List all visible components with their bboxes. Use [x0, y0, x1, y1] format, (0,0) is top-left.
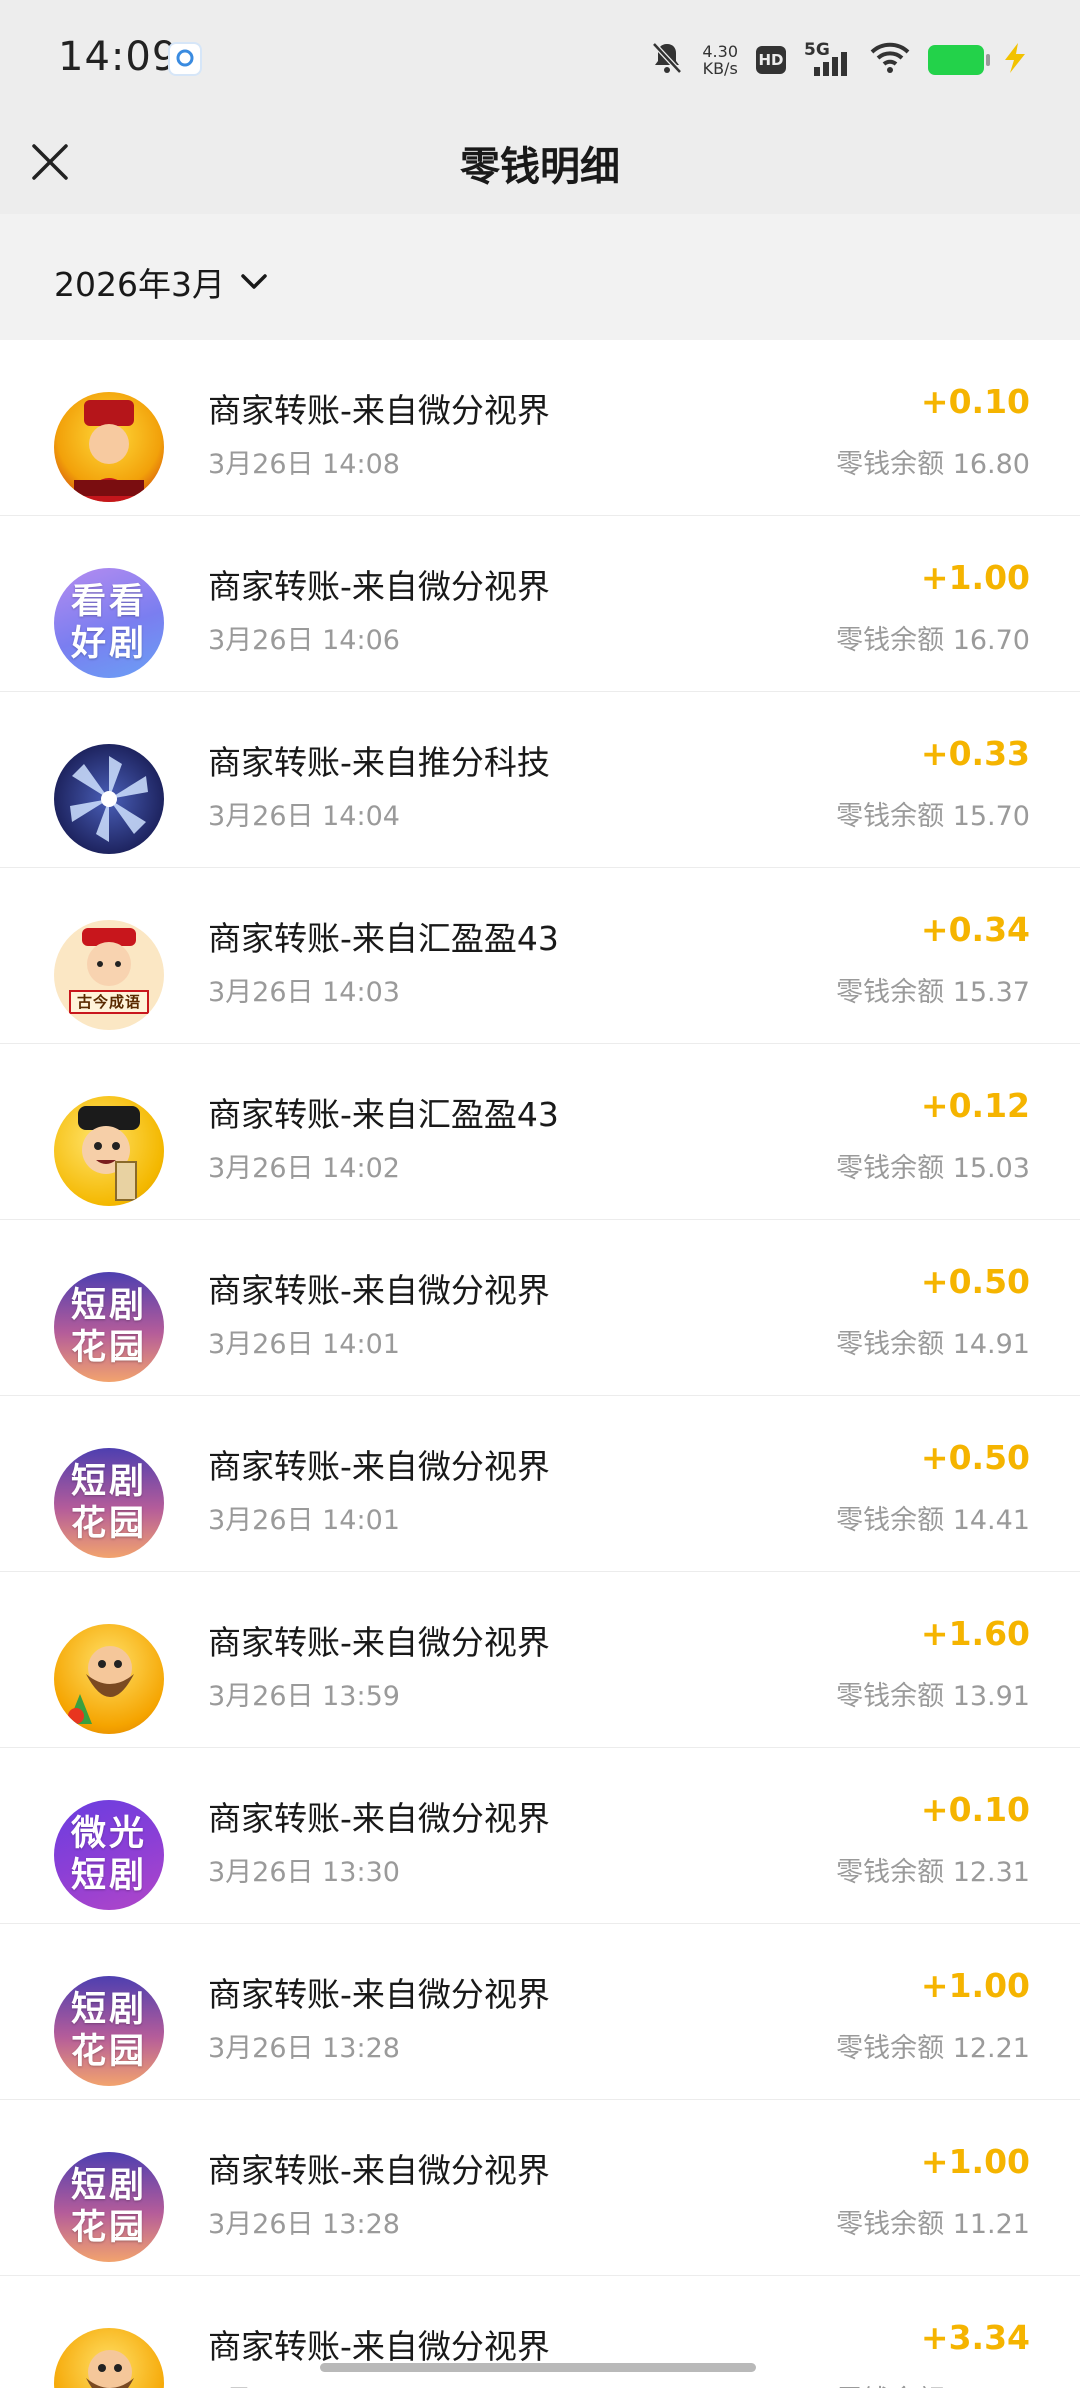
avatar-text: 短剧花园 [70, 1462, 147, 1544]
idiom-scholar-avatar: 古今成语 [54, 920, 164, 1030]
transaction-row[interactable]: 商家转账-来自汇盈盈43 3月26日 14:02 +0.12 零钱余额 15.0… [0, 1044, 1080, 1220]
avatar-text: 短剧花园 [70, 2166, 147, 2248]
duanju-huayuan-avatar: 短剧花园 [54, 1976, 164, 2086]
transaction-amount: +1.00 [920, 558, 1030, 597]
duanju-huayuan-avatar: 短剧花园 [54, 1448, 164, 1558]
transaction-amount: +0.12 [920, 1086, 1030, 1125]
transaction-time: 3月26日 13:16 [208, 2378, 400, 2388]
header-bar: 零钱明细 [0, 118, 1080, 214]
status-icons: 4.30 KB/s HD 5G [650, 38, 1028, 82]
transaction-balance: 零钱余额 14.41 [836, 1505, 1030, 1536]
transaction-row[interactable]: 商家转账-来自微分视界 3月26日 14:08 +0.10 零钱余额 16.80 [0, 340, 1080, 516]
transaction-balance: 零钱余额 15.70 [836, 801, 1030, 832]
transaction-title: 商家转账-来自推分科技 [208, 743, 550, 782]
month-label: 2026年3月 [54, 265, 225, 304]
transaction-row[interactable]: 短剧花园 商家转账-来自微分视界 3月26日 13:28 +1.00 零钱余额 … [0, 1924, 1080, 2100]
transaction-amount: +1.00 [920, 2142, 1030, 2181]
bearded-god-avatar [54, 1624, 164, 1734]
transaction-title: 商家转账-来自微分视界 [208, 567, 550, 606]
signal-5g-icon: 5G [804, 40, 852, 80]
transaction-row[interactable]: 商家转账-来自微分视界 3月26日 13:59 +1.60 零钱余额 13.91 [0, 1572, 1080, 1748]
transaction-row[interactable]: 商家转账-来自推分科技 3月26日 14:04 +0.33 零钱余额 15.70 [0, 692, 1080, 868]
transaction-amount: +0.34 [920, 910, 1030, 949]
battery-icon [928, 45, 990, 75]
transaction-balance: 零钱余额 13.91 [836, 1681, 1030, 1712]
transaction-amount: +0.33 [920, 734, 1030, 773]
avatar-text: 短剧花园 [70, 1286, 147, 1368]
charging-bolt-icon [1002, 42, 1028, 78]
transaction-balance: 零钱余额 10.21 [836, 2378, 1030, 2388]
network-speed-unit: KB/s [702, 59, 738, 78]
transaction-amount: +1.00 [920, 1966, 1030, 2005]
chevron-down-icon [241, 274, 267, 289]
transaction-title: 商家转账-来自微分视界 [208, 2151, 550, 2190]
transaction-balance: 零钱余额 11.21 [836, 2209, 1030, 2240]
transaction-title: 商家转账-来自汇盈盈43 [208, 919, 559, 958]
transaction-time: 3月26日 13:28 [208, 2033, 400, 2064]
transaction-title: 商家转账-来自微分视界 [208, 391, 550, 430]
transaction-time: 3月26日 14:01 [208, 1329, 400, 1360]
transaction-amount: +0.10 [920, 1790, 1030, 1829]
avatar-text: 微光短剧 [70, 1814, 147, 1896]
god-of-wealth-avatar [54, 392, 164, 502]
transaction-row[interactable]: 看看好剧 商家转账-来自微分视界 3月26日 14:06 +1.00 零钱余额 … [0, 516, 1080, 692]
hd-icon: HD [756, 46, 786, 74]
avatar-text: 看看好剧 [70, 582, 147, 664]
transaction-time: 3月26日 14:06 [208, 625, 400, 656]
avatar-text: 古今成语 [68, 990, 149, 1014]
transaction-balance: 零钱余额 15.03 [836, 1153, 1030, 1184]
duanju-huayuan-avatar: 短剧花园 [54, 1272, 164, 1382]
transaction-time: 3月26日 14:02 [208, 1153, 400, 1184]
transaction-title: 商家转账-来自汇盈盈43 [208, 1095, 559, 1134]
transaction-time: 3月26日 13:59 [208, 1681, 400, 1712]
kankan-haoju-avatar: 看看好剧 [54, 568, 164, 678]
transaction-row[interactable]: 短剧花园 商家转账-来自微分视界 3月26日 14:01 +0.50 零钱余额 … [0, 1220, 1080, 1396]
transaction-row[interactable]: 微光短剧 商家转账-来自微分视界 3月26日 13:30 +0.10 零钱余额 … [0, 1748, 1080, 1924]
transaction-title: 商家转账-来自微分视界 [208, 1271, 550, 1310]
transaction-balance: 零钱余额 15.37 [836, 977, 1030, 1008]
transaction-title: 商家转账-来自微分视界 [208, 1447, 550, 1486]
transaction-title: 商家转账-来自微分视界 [208, 2327, 550, 2366]
transaction-amount: +0.10 [920, 382, 1030, 421]
transaction-balance: 零钱余额 12.21 [836, 2033, 1030, 2064]
transaction-time: 3月26日 14:01 [208, 1505, 400, 1536]
transaction-time: 3月26日 14:04 [208, 801, 400, 832]
transaction-row[interactable]: 古今成语 商家转账-来自汇盈盈43 3月26日 14:03 +0.34 零钱余额… [0, 868, 1080, 1044]
transaction-amount: +0.50 [920, 1262, 1030, 1301]
transaction-list: 商家转账-来自微分视界 3月26日 14:08 +0.10 零钱余额 16.80… [0, 340, 1080, 2388]
transaction-time: 3月26日 13:28 [208, 2209, 400, 2240]
transaction-title: 商家转账-来自微分视界 [208, 1975, 550, 2014]
duanju-huayuan-avatar: 短剧花园 [54, 2152, 164, 2262]
transaction-title: 商家转账-来自微分视界 [208, 1623, 550, 1662]
transaction-row[interactable]: 短剧花园 商家转账-来自微分视界 3月26日 13:28 +1.00 零钱余额 … [0, 2100, 1080, 2276]
app-notification-icon [168, 42, 202, 76]
avatar-text: 短剧花园 [70, 1990, 147, 2072]
month-filter-bar: 2026年3月 [0, 214, 1080, 340]
transaction-time: 3月26日 14:08 [208, 449, 400, 480]
home-indicator[interactable] [320, 2363, 756, 2372]
wallet-details-screen: 14:09 4.30 KB/s HD 5G 零钱明细 2026年3月 商家转账-… [0, 0, 1080, 2388]
network-speed: 4.30 KB/s [702, 43, 738, 77]
transaction-time: 3月26日 13:30 [208, 1857, 400, 1888]
transaction-balance: 零钱余额 16.80 [836, 449, 1030, 480]
crystal-wheel-avatar [54, 744, 164, 854]
transaction-amount: +1.60 [920, 1614, 1030, 1653]
bearded-god-avatar [54, 2328, 164, 2388]
transaction-title: 商家转账-来自微分视界 [208, 1799, 550, 1838]
status-bar: 14:09 4.30 KB/s HD 5G [0, 0, 1080, 118]
transaction-amount: +0.50 [920, 1438, 1030, 1477]
mute-bell-icon [650, 40, 684, 80]
transaction-row[interactable]: 短剧花园 商家转账-来自微分视界 3月26日 14:01 +0.50 零钱余额 … [0, 1396, 1080, 1572]
transaction-time: 3月26日 14:03 [208, 977, 400, 1008]
transaction-balance: 零钱余额 12.31 [836, 1857, 1030, 1888]
transaction-balance: 零钱余额 14.91 [836, 1329, 1030, 1360]
transaction-balance: 零钱余额 16.70 [836, 625, 1030, 656]
weiguang-duanju-avatar: 微光短剧 [54, 1800, 164, 1910]
transaction-amount: +3.34 [920, 2318, 1030, 2357]
page-title: 零钱明细 [460, 144, 620, 190]
wifi-icon [870, 42, 910, 78]
month-selector[interactable]: 2026年3月 [54, 258, 269, 306]
status-time: 14:09 [58, 34, 179, 80]
scholar-cartoon-avatar [54, 1096, 164, 1206]
